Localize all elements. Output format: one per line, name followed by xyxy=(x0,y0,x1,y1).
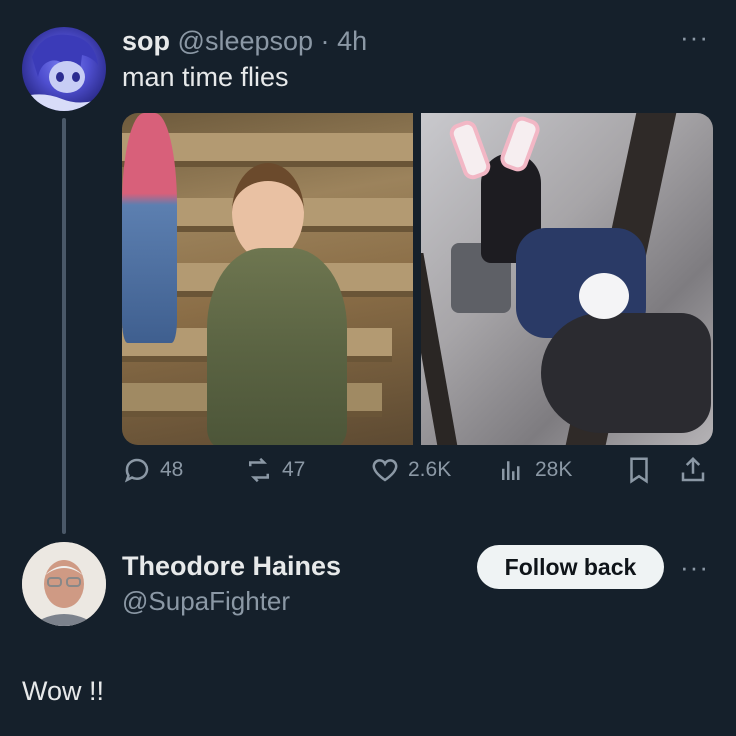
share-icon xyxy=(681,456,705,482)
reply-button[interactable]: 48 xyxy=(122,455,183,485)
repost-count: 47 xyxy=(282,458,306,481)
tweet-actions: 48 47 2.6K 28K xyxy=(122,455,714,503)
separator-dot: · xyxy=(320,26,330,56)
avatar-illustration xyxy=(22,34,106,111)
author-handle[interactable]: @sleepsop xyxy=(178,26,314,56)
like-button[interactable]: 2.6K xyxy=(370,455,451,485)
reply-user-avatar[interactable] xyxy=(22,542,106,626)
tweet-image-2[interactable] xyxy=(421,113,713,445)
tweet-time[interactable]: 4h xyxy=(337,26,367,56)
repost-button[interactable]: 47 xyxy=(244,455,305,485)
like-count: 2.6K xyxy=(408,458,452,481)
reply-user-handle[interactable]: @SupaFighter xyxy=(122,586,290,617)
more-icon[interactable]: ··· xyxy=(680,552,709,583)
reply-count: 48 xyxy=(160,458,184,481)
views-icon xyxy=(502,461,520,480)
author-name[interactable]: sop xyxy=(122,26,170,56)
views-count: 28K xyxy=(535,458,573,481)
heart-icon xyxy=(372,459,398,482)
views-button[interactable]: 28K xyxy=(497,455,572,485)
avatar-photo xyxy=(22,542,106,626)
author-avatar[interactable] xyxy=(22,27,106,111)
more-icon[interactable]: ··· xyxy=(680,22,709,53)
repost-icon xyxy=(249,457,269,483)
bookmark-icon xyxy=(630,457,648,484)
tweet-text: man time flies xyxy=(122,62,289,92)
reply-icon xyxy=(124,458,149,483)
follow-back-button[interactable]: Follow back xyxy=(477,545,664,589)
tweet-header: sop @sleepsop · 4h xyxy=(122,26,367,57)
thread-line xyxy=(62,118,66,534)
tweet-image-1[interactable] xyxy=(122,113,413,445)
bookmark-button[interactable] xyxy=(624,455,654,485)
reply-user-name[interactable]: Theodore Haines xyxy=(122,551,341,582)
reply-text: Wow !! xyxy=(22,676,105,706)
share-button[interactable] xyxy=(678,455,708,485)
